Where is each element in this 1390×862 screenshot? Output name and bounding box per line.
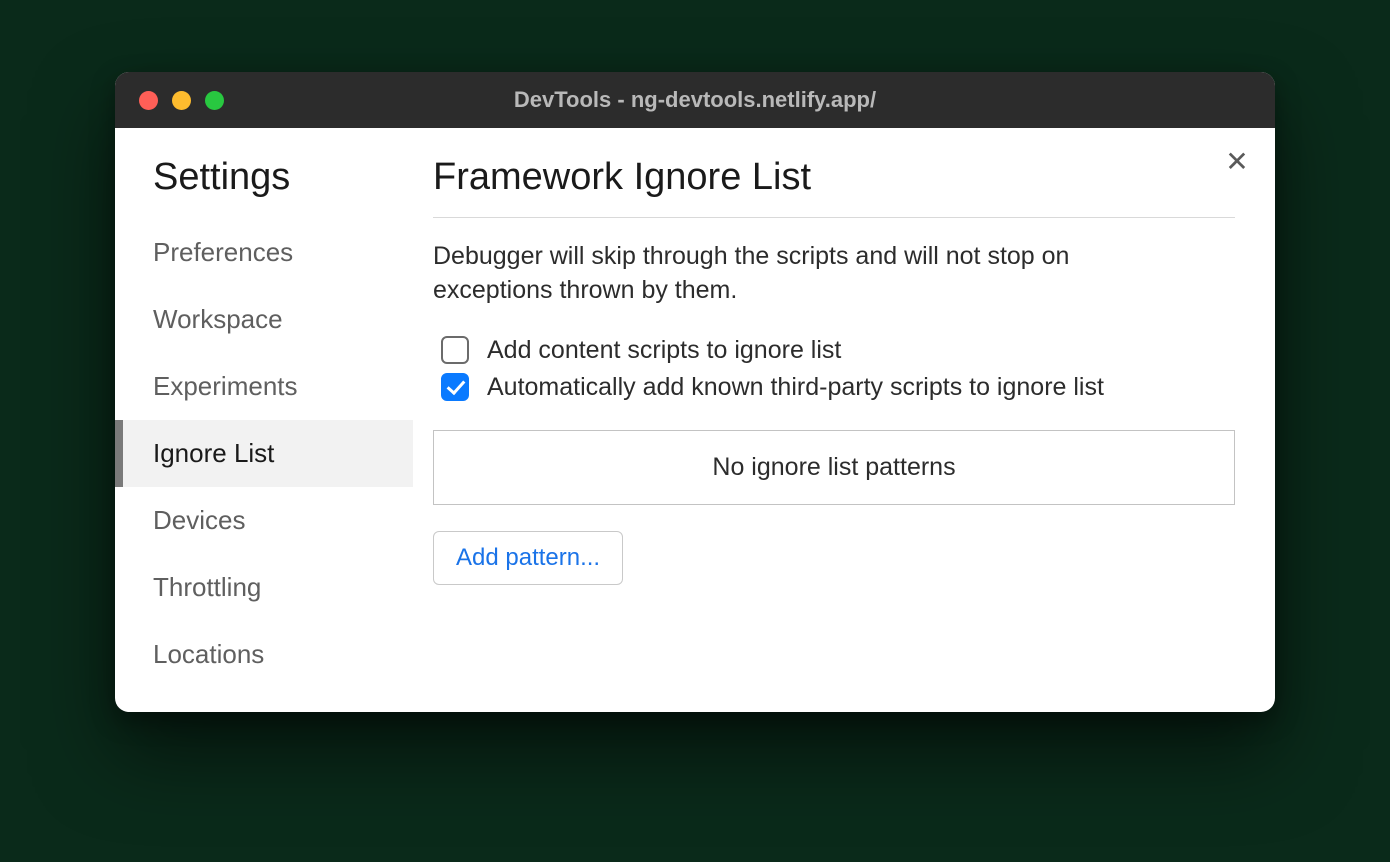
checkbox-label: Automatically add known third-party scri… <box>487 373 1104 402</box>
checkbox-third-party[interactable] <box>441 373 469 401</box>
ignore-list-patterns-box: No ignore list patterns <box>433 430 1235 505</box>
window-minimize-button[interactable] <box>172 91 191 110</box>
sidebar-item-ignore-list[interactable]: Ignore List <box>115 420 413 487</box>
page-title: Framework Ignore List <box>433 156 1235 218</box>
settings-sidebar: Settings Preferences Workspace Experimen… <box>115 128 413 712</box>
window-zoom-button[interactable] <box>205 91 224 110</box>
settings-body: ✕ Settings Preferences Workspace Experim… <box>115 128 1275 712</box>
checkbox-label: Add content scripts to ignore list <box>487 336 841 365</box>
add-pattern-button[interactable]: Add pattern... <box>433 531 623 585</box>
window-title: DevTools - ng-devtools.netlify.app/ <box>115 87 1275 113</box>
patterns-empty-text: No ignore list patterns <box>712 453 955 481</box>
sidebar-title: Settings <box>115 156 413 219</box>
page-description: Debugger will skip through the scripts a… <box>433 240 1193 308</box>
window-titlebar: DevTools - ng-devtools.netlify.app/ <box>115 72 1275 128</box>
close-icon[interactable]: ✕ <box>1221 146 1253 178</box>
sidebar-item-devices[interactable]: Devices <box>115 487 413 554</box>
window-traffic-lights <box>115 91 224 110</box>
checkbox-row-content-scripts[interactable]: Add content scripts to ignore list <box>433 336 1235 365</box>
sidebar-item-experiments[interactable]: Experiments <box>115 353 413 420</box>
window-close-button[interactable] <box>139 91 158 110</box>
checkbox-content-scripts[interactable] <box>441 336 469 364</box>
sidebar-item-workspace[interactable]: Workspace <box>115 286 413 353</box>
sidebar-item-locations[interactable]: Locations <box>115 621 413 688</box>
settings-main-panel: Framework Ignore List Debugger will skip… <box>413 128 1275 712</box>
sidebar-item-preferences[interactable]: Preferences <box>115 219 413 286</box>
devtools-settings-window: DevTools - ng-devtools.netlify.app/ ✕ Se… <box>115 72 1275 712</box>
checkbox-row-third-party[interactable]: Automatically add known third-party scri… <box>433 373 1235 402</box>
sidebar-item-throttling[interactable]: Throttling <box>115 554 413 621</box>
